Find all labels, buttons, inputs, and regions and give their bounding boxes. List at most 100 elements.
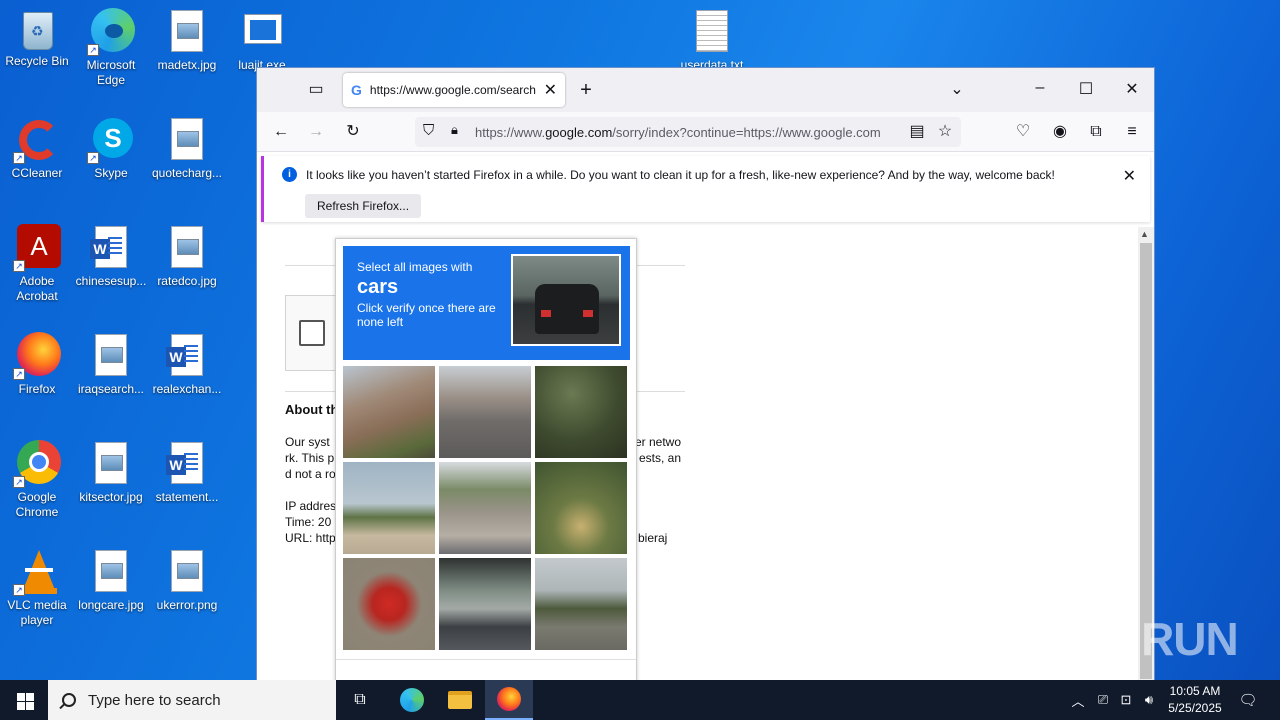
statement-label: statement... [155, 490, 219, 504]
chinesesup-file-icon[interactable]: W chinesesup... [74, 224, 148, 289]
statement-file-icon[interactable]: W statement... [150, 440, 224, 505]
skype-label: Skype [94, 166, 128, 180]
new-tab-icon[interactable]: + [574, 78, 598, 102]
search-icon [62, 693, 76, 707]
recaptcha-challenge: Select all images with cars Click verify… [335, 238, 637, 683]
grid-tile-8[interactable] [439, 558, 531, 650]
challenge-instruction: Select all images with [357, 260, 473, 274]
challenge-footer-divider [336, 659, 636, 660]
grid-tile-5[interactable] [439, 462, 531, 554]
quotecharg-file-icon[interactable]: quotecharg... [150, 116, 224, 181]
microsoft-edge-icon[interactable]: ↗ Microsoft Edge [74, 8, 148, 88]
minimize-icon[interactable]: – [1028, 76, 1052, 100]
longcare-label: longcare.jpg [78, 598, 144, 612]
clock-time: 10:05 AM [1169, 684, 1221, 698]
firefox-label: Firefox [18, 382, 56, 396]
recycle-bin-icon[interactable]: ♻ Recycle Bin [0, 8, 74, 69]
url-prefix: https://www. [475, 124, 546, 140]
madetx-file-icon[interactable]: madetx.jpg [150, 8, 224, 73]
madetx-label: madetx.jpg [157, 58, 217, 72]
grid-tile-2[interactable] [439, 366, 531, 458]
body-text-line2-right: ests, an [639, 451, 682, 465]
body-text-line1: Our syst [285, 435, 330, 449]
pocket-icon[interactable]: ♡ [1011, 120, 1035, 144]
google-chrome-label: Google Chrome [15, 490, 59, 519]
kitsector-file-icon[interactable]: kitsector.jpg [74, 440, 148, 505]
longcare-file-icon[interactable]: longcare.jpg [74, 548, 148, 613]
tab-overview-icon[interactable]: ▭ [304, 78, 328, 102]
skype-icon[interactable]: S ↗ Skype [74, 116, 148, 181]
search-placeholder: Type here to search [88, 691, 221, 709]
adobe-acrobat-label: Adobe Acrobat [16, 274, 58, 303]
tab-title: https://www.google.com/search [369, 83, 536, 97]
taskbar-search-box[interactable]: Type here to search [48, 680, 336, 720]
firefox-icon[interactable]: ↗ Firefox [0, 332, 74, 397]
ukerror-file-icon[interactable]: ukerror.png [150, 548, 224, 613]
url-path: /sorry/index?continue=https://www.google… [612, 124, 881, 140]
clock[interactable]: 10:05 AM 5/25/2025 [1160, 683, 1230, 717]
challenge-header: Select all images with cars Click verify… [343, 246, 630, 360]
grid-tile-3[interactable] [535, 366, 627, 458]
notifications-icon[interactable]: 🗨︎ [1236, 680, 1260, 720]
vlc-icon[interactable]: ↗ VLC media player [0, 548, 74, 628]
adobe-acrobat-icon[interactable]: A ↗ Adobe Acrobat [0, 224, 74, 304]
realexchan-label: realexchan... [152, 382, 222, 396]
tab-close-icon[interactable]: ✕ [544, 80, 557, 100]
about-heading: About th [285, 402, 339, 417]
close-window-icon[interactable]: ✕ [1120, 78, 1144, 102]
body-text-line1-right: er netwo [635, 435, 682, 449]
image-grid [343, 366, 631, 654]
tab-google-search[interactable]: G https://www.google.com/search ✕ [343, 73, 565, 107]
start-button[interactable] [0, 680, 48, 720]
grid-tile-6[interactable] [535, 462, 627, 554]
vlc-label: VLC media player [7, 598, 67, 627]
google-chrome-icon[interactable]: ↗ Google Chrome [0, 440, 74, 520]
back-icon[interactable]: ← [269, 120, 293, 144]
notification-close-icon[interactable]: ✕ [1123, 166, 1136, 186]
volume-icon[interactable]: 🔊︎ [1139, 680, 1159, 720]
reload-icon[interactable]: ↻ [341, 120, 365, 144]
menu-icon[interactable]: ≡ [1120, 120, 1144, 144]
meet-now-icon[interactable]: ⎚ [1093, 680, 1113, 720]
bookmark-star-icon[interactable]: ☆ [933, 120, 957, 144]
ip-address-label: IP addres [285, 499, 337, 513]
iraqsearch-file-icon[interactable]: iraqsearch... [74, 332, 148, 397]
task-view-icon[interactable]: ⧉ [336, 680, 384, 720]
chinesesup-label: chinesesup... [75, 274, 147, 288]
reader-view-icon[interactable]: ▤ [905, 120, 929, 144]
url-bar[interactable]: ⛉ 🔒︎ https://www. google.com/sorry/index?… [415, 117, 961, 147]
taskbar-firefox-icon[interactable] [485, 680, 533, 720]
grid-tile-1[interactable] [343, 366, 435, 458]
url-tail: bieraj [638, 531, 668, 545]
scroll-up-icon[interactable]: ▲ [1140, 229, 1149, 239]
account-icon[interactable]: ◉ [1048, 120, 1072, 144]
iraqsearch-label: iraqsearch... [77, 382, 145, 396]
recaptcha-checkbox[interactable] [299, 320, 325, 346]
ratedco-file-icon[interactable]: ratedco.jpg [150, 224, 224, 289]
extensions-icon[interactable]: ⧉ [1084, 120, 1108, 144]
lock-icon[interactable]: 🔒︎ [451, 122, 458, 138]
ccleaner-icon[interactable]: ↗ CCleaner [0, 116, 74, 181]
anyrun-watermark: ANY RUN [1036, 613, 1239, 665]
taskbar-file-explorer-icon[interactable] [436, 680, 484, 720]
notification-message: It looks like you haven’t started Firefo… [306, 168, 1055, 182]
luajit-exe-icon[interactable]: luajit.exe [225, 8, 299, 73]
grid-tile-7[interactable] [343, 558, 435, 650]
forward-icon[interactable]: → [304, 120, 328, 144]
clock-date: 5/25/2025 [1168, 701, 1222, 715]
grid-tile-9[interactable] [535, 558, 627, 650]
network-icon[interactable]: ⊡ [1116, 680, 1136, 720]
recycle-bin-label: Recycle Bin [5, 54, 69, 68]
list-tabs-chevron-icon[interactable]: ⌄ [945, 78, 969, 102]
grid-tile-4[interactable] [343, 462, 435, 554]
userdata-txt-icon[interactable]: userdata.txt [675, 8, 749, 73]
realexchan-file-icon[interactable]: W realexchan... [150, 332, 224, 397]
show-hidden-icons-chevron-icon[interactable]: ︿ [1068, 680, 1088, 720]
ratedco-label: ratedco.jpg [157, 274, 217, 288]
kitsector-label: kitsector.jpg [79, 490, 143, 504]
tracking-shield-icon[interactable]: ⛉ [423, 122, 434, 139]
maximize-icon[interactable]: ☐ [1074, 78, 1098, 102]
refresh-firefox-button[interactable]: Refresh Firefox... [305, 194, 422, 218]
taskbar: Type here to search ⧉ ︿ ⎚ ⊡ 🔊︎ 10:05 AM … [0, 680, 1280, 720]
taskbar-edge-icon[interactable] [388, 680, 436, 720]
